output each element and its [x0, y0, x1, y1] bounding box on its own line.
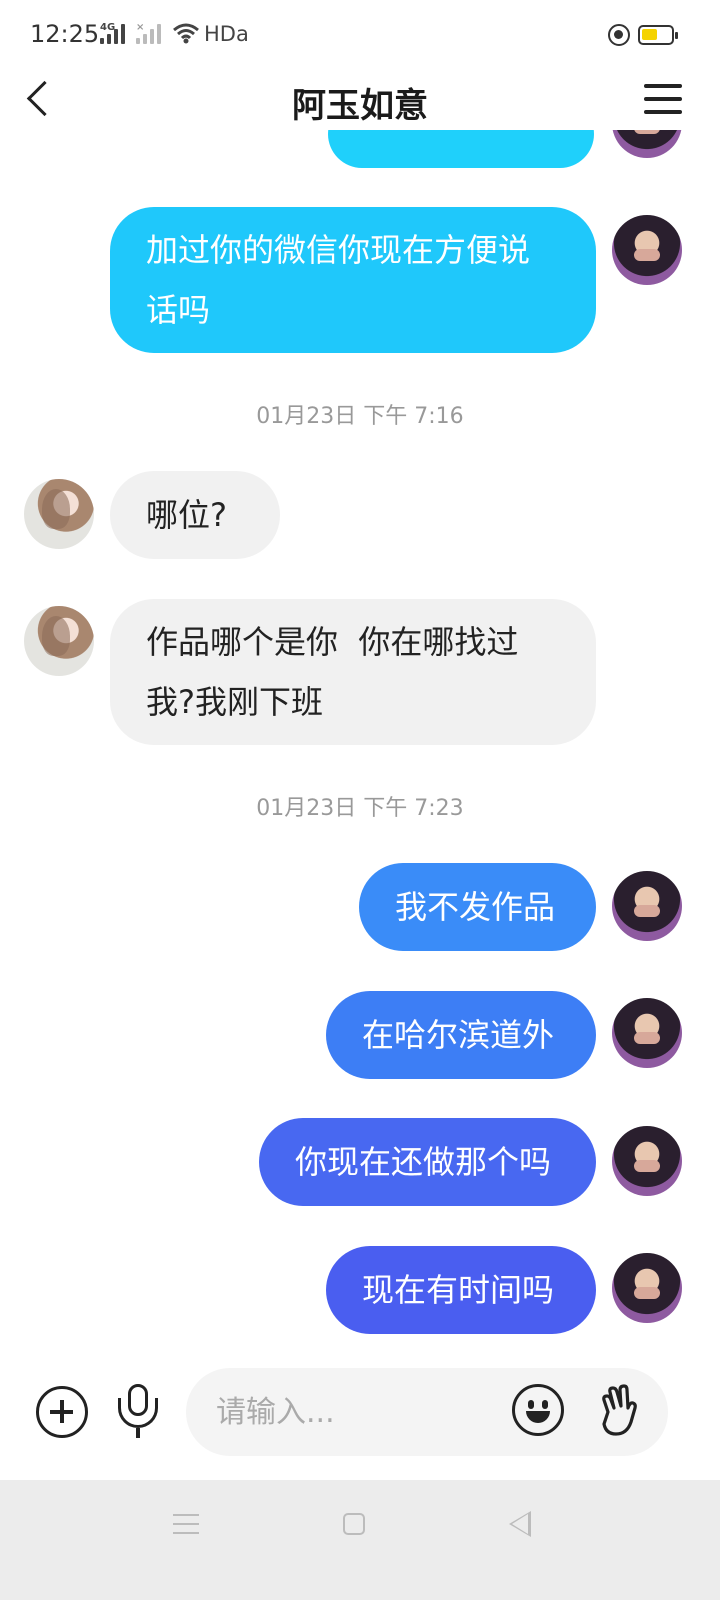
recent-apps-icon[interactable] — [173, 1514, 199, 1536]
signal-icon — [100, 24, 125, 44]
message-input[interactable] — [216, 1388, 496, 1436]
message-text: 现在有时间吗 — [362, 1271, 555, 1309]
message-text: 哪位? — [146, 496, 227, 534]
mic-icon[interactable] — [114, 1384, 164, 1442]
status-bar: 12:25 4G × HDa — [0, 0, 720, 70]
message-text-line: 我?我刚下班 — [146, 683, 323, 721]
message-bubble-received[interactable]: 哪位? — [110, 471, 280, 559]
my-avatar[interactable] — [612, 215, 682, 285]
message-text: 在哈尔滨道外 — [362, 1016, 555, 1054]
do-not-disturb-icon — [608, 24, 630, 46]
menu-icon[interactable] — [644, 84, 682, 114]
timestamp: 01月23日 下午 7:23 — [256, 796, 464, 821]
page-title: 阿玉如意 — [292, 86, 428, 126]
message-bubble-received[interactable]: 作品哪个是你 你在哪找过 我?我刚下班 — [110, 599, 596, 745]
my-avatar[interactable] — [612, 1253, 682, 1323]
message-bubble-sent[interactable]: 在哈尔滨道外 — [326, 991, 596, 1079]
my-avatar[interactable] — [612, 1126, 682, 1196]
battery-icon — [638, 25, 678, 45]
timestamp: 01月23日 下午 7:16 — [256, 404, 464, 429]
message-text-line: 作品哪个是你 你在哪找过 — [146, 623, 519, 661]
message-bubble-sent[interactable]: 我不发作品 — [359, 863, 596, 951]
system-nav-bar — [0, 1480, 720, 1600]
message-bubble-sent[interactable]: 现在有时间吗 — [326, 1246, 596, 1334]
contact-avatar[interactable] — [24, 479, 94, 549]
message-bubble-sent[interactable]: 你现在还做那个吗 — [259, 1118, 596, 1206]
emoji-icon[interactable] — [512, 1384, 564, 1436]
my-avatar[interactable] — [612, 871, 682, 941]
status-time: 12:25 — [30, 20, 100, 48]
message-text: 我不发作品 — [395, 888, 556, 926]
message-bubble-sent[interactable]: 加过你的微信你现在方便说 话吗 — [110, 207, 596, 353]
message-text-line: 加过你的微信你现在方便说 — [146, 231, 531, 269]
system-back-icon[interactable] — [509, 1511, 531, 1537]
wifi-icon — [173, 23, 199, 44]
chat-screen: 12:25 4G × HDa 阿玉如意 加过你的微信你现在方便说 话吗 01月2… — [0, 0, 720, 1600]
message-text: 你现在还做那个吗 — [295, 1143, 552, 1181]
plus-icon[interactable] — [36, 1386, 88, 1438]
wave-hand-icon[interactable] — [596, 1382, 640, 1438]
contact-avatar[interactable] — [24, 606, 94, 676]
message-text-line: 话吗 — [146, 291, 211, 329]
signal-empty-icon — [136, 24, 161, 44]
my-avatar[interactable] — [612, 998, 682, 1068]
hd-indicator: HDa — [204, 22, 249, 46]
chat-header: 阿玉如意 — [0, 70, 720, 130]
input-bar — [0, 1360, 720, 1480]
home-icon[interactable] — [343, 1513, 365, 1535]
